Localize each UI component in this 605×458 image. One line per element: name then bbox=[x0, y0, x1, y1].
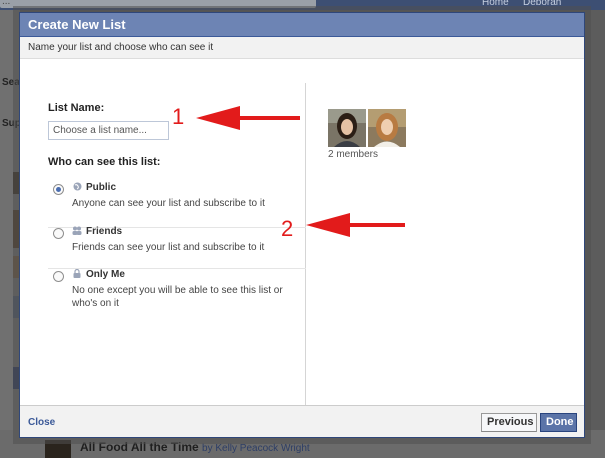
option-description: No one except you will be able to see th… bbox=[72, 285, 283, 309]
create-list-dialog: Create New List Name your list and choos… bbox=[19, 12, 585, 438]
close-link[interactable]: Close bbox=[28, 417, 55, 428]
privacy-option-only-me[interactable]: Only Me No one except you will be able t… bbox=[48, 268, 306, 318]
option-description: Friends can see your list and subscribe … bbox=[72, 242, 265, 253]
background-side-search: Sea bbox=[2, 77, 20, 88]
dialog-title: Create New List bbox=[20, 13, 584, 37]
list-name-label: List Name: bbox=[48, 102, 105, 114]
previous-button[interactable]: Previous bbox=[481, 413, 537, 432]
members-count: 2 members bbox=[328, 149, 379, 160]
radio-friends[interactable] bbox=[53, 228, 64, 239]
globe-icon bbox=[72, 182, 82, 193]
background-nav-home: Home bbox=[482, 0, 509, 8]
member-avatar[interactable] bbox=[368, 109, 406, 147]
member-avatar[interactable] bbox=[328, 109, 366, 147]
list-name-input[interactable] bbox=[48, 121, 169, 140]
lock-icon bbox=[72, 268, 82, 280]
friends-icon bbox=[72, 226, 82, 237]
option-description: Anyone can see your list and subscribe t… bbox=[72, 198, 265, 209]
annotation-number-1: 1 bbox=[172, 104, 185, 129]
background-bottom-thumbnail bbox=[45, 440, 71, 458]
option-title: Public bbox=[86, 182, 117, 193]
radio-only-me[interactable] bbox=[53, 271, 64, 282]
option-title: Friends bbox=[86, 226, 123, 237]
annotation-arrow-2 bbox=[306, 213, 405, 237]
annotation-number-2: 2 bbox=[281, 216, 294, 241]
radio-public[interactable] bbox=[53, 184, 64, 195]
background-bottom-title: All Food All the Time by Kelly Peacock W… bbox=[80, 440, 310, 454]
privacy-label: Who can see this list: bbox=[48, 156, 161, 168]
background-search-field: ... bbox=[0, 0, 316, 8]
privacy-option-friends[interactable]: Friends Friends can see your list and su… bbox=[48, 225, 306, 265]
privacy-option-public[interactable]: Public Anyone can see your list and subs… bbox=[48, 181, 306, 221]
annotation-arrow-1 bbox=[196, 106, 300, 130]
dialog-footer: Close Previous Done bbox=[20, 405, 584, 437]
background-nav-profile: Deborah bbox=[523, 0, 562, 8]
done-button[interactable]: Done bbox=[540, 413, 577, 432]
dialog-subtitle: Name your list and choose who can see it bbox=[20, 37, 584, 59]
option-title: Only Me bbox=[86, 269, 125, 280]
background-bottom-byline: by Kelly Peacock Wright bbox=[202, 443, 310, 454]
